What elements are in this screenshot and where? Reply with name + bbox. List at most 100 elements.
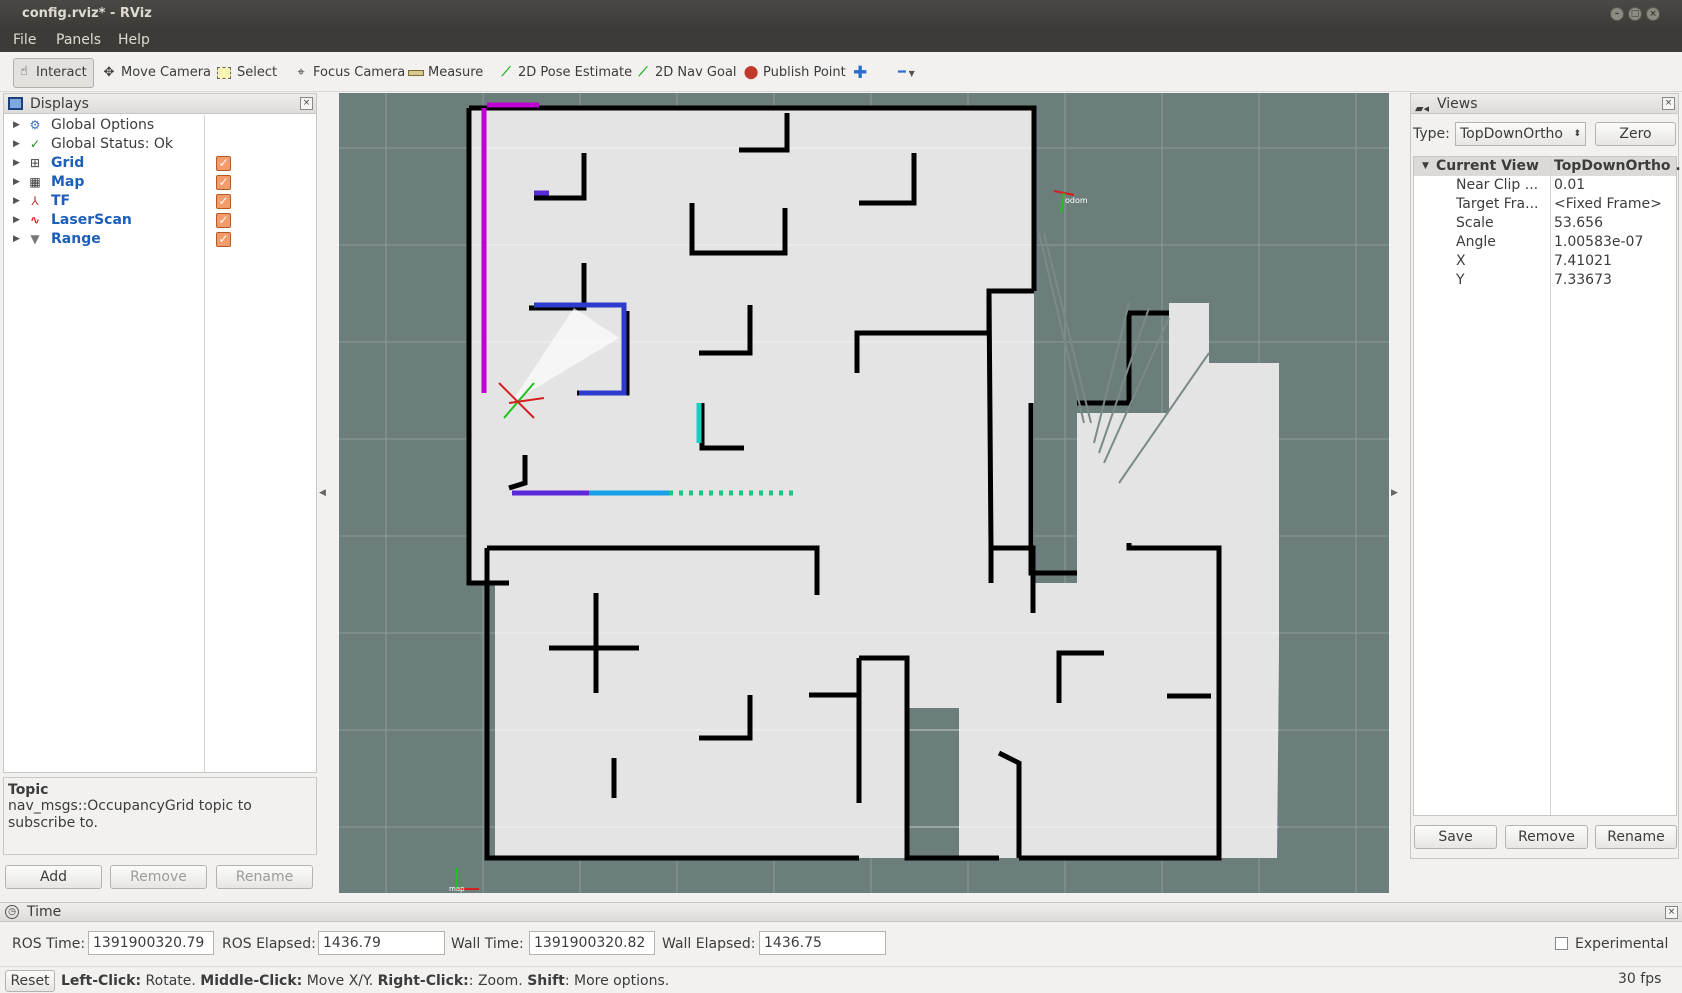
collapse-arrow-icon[interactable]: ▼ (1422, 161, 1429, 171)
interact-tool[interactable]: ☝ Interact (13, 58, 94, 88)
display-item-tf[interactable]: ▶ ⅄ TF ✓ (4, 192, 316, 211)
prop-value[interactable]: 53.656 (1554, 214, 1603, 233)
expand-arrow-icon[interactable]: ▶ (13, 173, 20, 192)
menu-file[interactable]: File (13, 32, 36, 48)
displays-panel: Displays × ▶ ⚙ Global Options ▶ ✓ Global… (3, 93, 317, 773)
prop-value[interactable]: 7.41021 (1554, 252, 1612, 271)
display-label: Grid (51, 155, 85, 171)
expand-arrow-icon[interactable]: ▶ (13, 230, 20, 249)
view-type-select[interactable]: TopDownOrtho ⬍ (1455, 122, 1586, 146)
ros-time-field[interactable]: 1391900320.79 (88, 931, 214, 955)
render-viewport[interactable]: odom map (339, 93, 1389, 893)
enable-checkbox[interactable]: ✓ (216, 175, 231, 190)
ros-elapsed-field[interactable]: 1436.79 (318, 931, 445, 955)
reset-button[interactable]: Reset (5, 970, 55, 992)
rename-view-button[interactable]: Rename (1595, 825, 1677, 849)
collapse-right-icon[interactable]: ▶ (1391, 488, 1398, 498)
wall-elapsed-label: Wall Elapsed: (662, 936, 756, 952)
prop-key: Y (1456, 272, 1465, 288)
publish-point-tool[interactable]: ⬤ Publish Point (741, 60, 846, 86)
remove-display-button[interactable]: Remove (110, 865, 207, 889)
current-view-value: TopDownOrtho ... (1554, 158, 1682, 174)
prop-scale[interactable]: Scale 53.656 (1414, 214, 1679, 233)
prop-value[interactable]: 0.01 (1554, 176, 1585, 195)
property-description: Topic nav_msgs::OccupancyGrid topic to s… (3, 777, 317, 855)
focus-camera-label: Focus Camera (313, 65, 406, 80)
display-item-laserscan[interactable]: ▶ ∿ LaserScan ✓ (4, 211, 316, 230)
help-text: Left-Click: Rotate. Middle-Click: Move X… (61, 973, 669, 989)
close-icon[interactable]: × (300, 97, 313, 110)
view-properties-tree: ▼ Current View TopDownOrtho ... Near Cli… (1413, 156, 1682, 816)
laser-wave-icon: ∿ (29, 213, 41, 227)
fps-counter: 30 fps (1618, 971, 1662, 987)
experimental-checkbox[interactable] (1555, 937, 1568, 950)
displays-header: Displays × (4, 94, 316, 114)
prop-x[interactable]: X 7.41021 (1414, 252, 1679, 271)
remove-view-button[interactable]: Remove (1505, 825, 1588, 849)
prop-target-frame[interactable]: Target Fra... <Fixed Frame> (1414, 195, 1679, 214)
expand-arrow-icon[interactable]: ▶ (13, 116, 20, 135)
expand-arrow-icon[interactable]: ▶ (13, 135, 20, 154)
menu-bar: File Panels Help (0, 28, 1682, 52)
prop-key: Scale (1456, 215, 1494, 231)
nav-goal-label: 2D Nav Goal (655, 65, 737, 80)
views-header: ▰◂ Views × (1411, 94, 1678, 115)
close-icon[interactable]: × (1665, 906, 1678, 919)
help-shift-text: : More options. (564, 973, 670, 989)
display-item-grid[interactable]: ▶ ⊞ Grid ✓ (4, 154, 316, 173)
current-view-row[interactable]: ▼ Current View TopDownOrtho ... (1414, 157, 1682, 176)
zero-button[interactable]: Zero (1595, 122, 1676, 146)
display-item-map[interactable]: ▶ ▦ Map ✓ (4, 173, 316, 192)
expand-arrow-icon[interactable]: ▶ (13, 154, 20, 173)
wall-time-field[interactable]: 1391900320.82 (529, 931, 655, 955)
select-tool[interactable]: Select (215, 60, 277, 86)
camera-icon: ▰◂ (1415, 102, 1429, 115)
checkmark-icon: ✓ (29, 137, 41, 151)
measure-label: Measure (428, 65, 484, 80)
minimize-icon[interactable]: – (1610, 7, 1624, 21)
display-item-global-status[interactable]: ▶ ✓ Global Status: Ok (4, 135, 316, 154)
enable-checkbox[interactable]: ✓ (216, 232, 231, 247)
prop-value[interactable]: <Fixed Frame> (1554, 195, 1662, 214)
prop-y[interactable]: Y 7.33673 (1414, 271, 1679, 290)
map-icon: ▦ (29, 175, 41, 189)
measure-tool[interactable]: Measure (406, 60, 483, 86)
enable-checkbox[interactable]: ✓ (216, 213, 231, 228)
expand-arrow-icon[interactable]: ▶ (13, 192, 20, 211)
title-bar: config.rviz* - RViz – □ × (0, 0, 1682, 28)
add-tool-plus-icon[interactable]: ✚ (853, 60, 873, 86)
ruler-icon (408, 70, 424, 76)
close-icon[interactable]: × (1646, 7, 1660, 21)
nav-goal-tool[interactable]: ⟋ 2D Nav Goal (633, 60, 737, 86)
remove-tool-minus-icon[interactable]: ━ ▼ (898, 60, 928, 86)
save-view-button[interactable]: Save (1414, 825, 1497, 849)
prop-angle[interactable]: Angle 1.00583e-07 (1414, 233, 1679, 252)
view-type-label: Type: (1413, 126, 1450, 142)
move-arrows-icon: ✥ (103, 65, 115, 80)
close-icon[interactable]: × (1662, 97, 1675, 110)
current-view-label: Current View (1436, 158, 1539, 174)
menu-help[interactable]: Help (118, 32, 150, 48)
display-label: Global Options (51, 117, 155, 133)
pose-estimate-tool[interactable]: ⟋ 2D Pose Estimate (496, 60, 632, 86)
collapse-left-icon[interactable]: ◀ (319, 488, 326, 498)
display-item-range[interactable]: ▶ ▼ Range ✓ (4, 230, 316, 249)
focus-camera-tool[interactable]: ⌖ Focus Camera (291, 60, 405, 86)
enable-checkbox[interactable]: ✓ (216, 194, 231, 209)
help-right-click-text: : Zoom. (468, 973, 528, 989)
maximize-icon[interactable]: □ (1628, 7, 1642, 21)
add-display-button[interactable]: Add (5, 865, 102, 889)
prop-value[interactable]: 7.33673 (1554, 271, 1612, 290)
toolbar: ☝ Interact ✥ Move Camera Select ⌖ Focus … (0, 52, 1682, 92)
display-item-global-options[interactable]: ▶ ⚙ Global Options (4, 116, 316, 135)
time-panel-title: Time (27, 904, 62, 920)
enable-checkbox[interactable]: ✓ (216, 156, 231, 171)
menu-panels[interactable]: Panels (56, 32, 101, 48)
rename-display-button[interactable]: Rename (216, 865, 313, 889)
prop-value[interactable]: 1.00583e-07 (1554, 233, 1643, 252)
wall-elapsed-field[interactable]: 1436.75 (759, 931, 886, 955)
move-camera-tool[interactable]: ✥ Move Camera (99, 60, 211, 86)
display-label: Map (51, 174, 85, 190)
prop-near-clip[interactable]: Near Clip ... 0.01 (1414, 176, 1679, 195)
expand-arrow-icon[interactable]: ▶ (13, 211, 20, 230)
